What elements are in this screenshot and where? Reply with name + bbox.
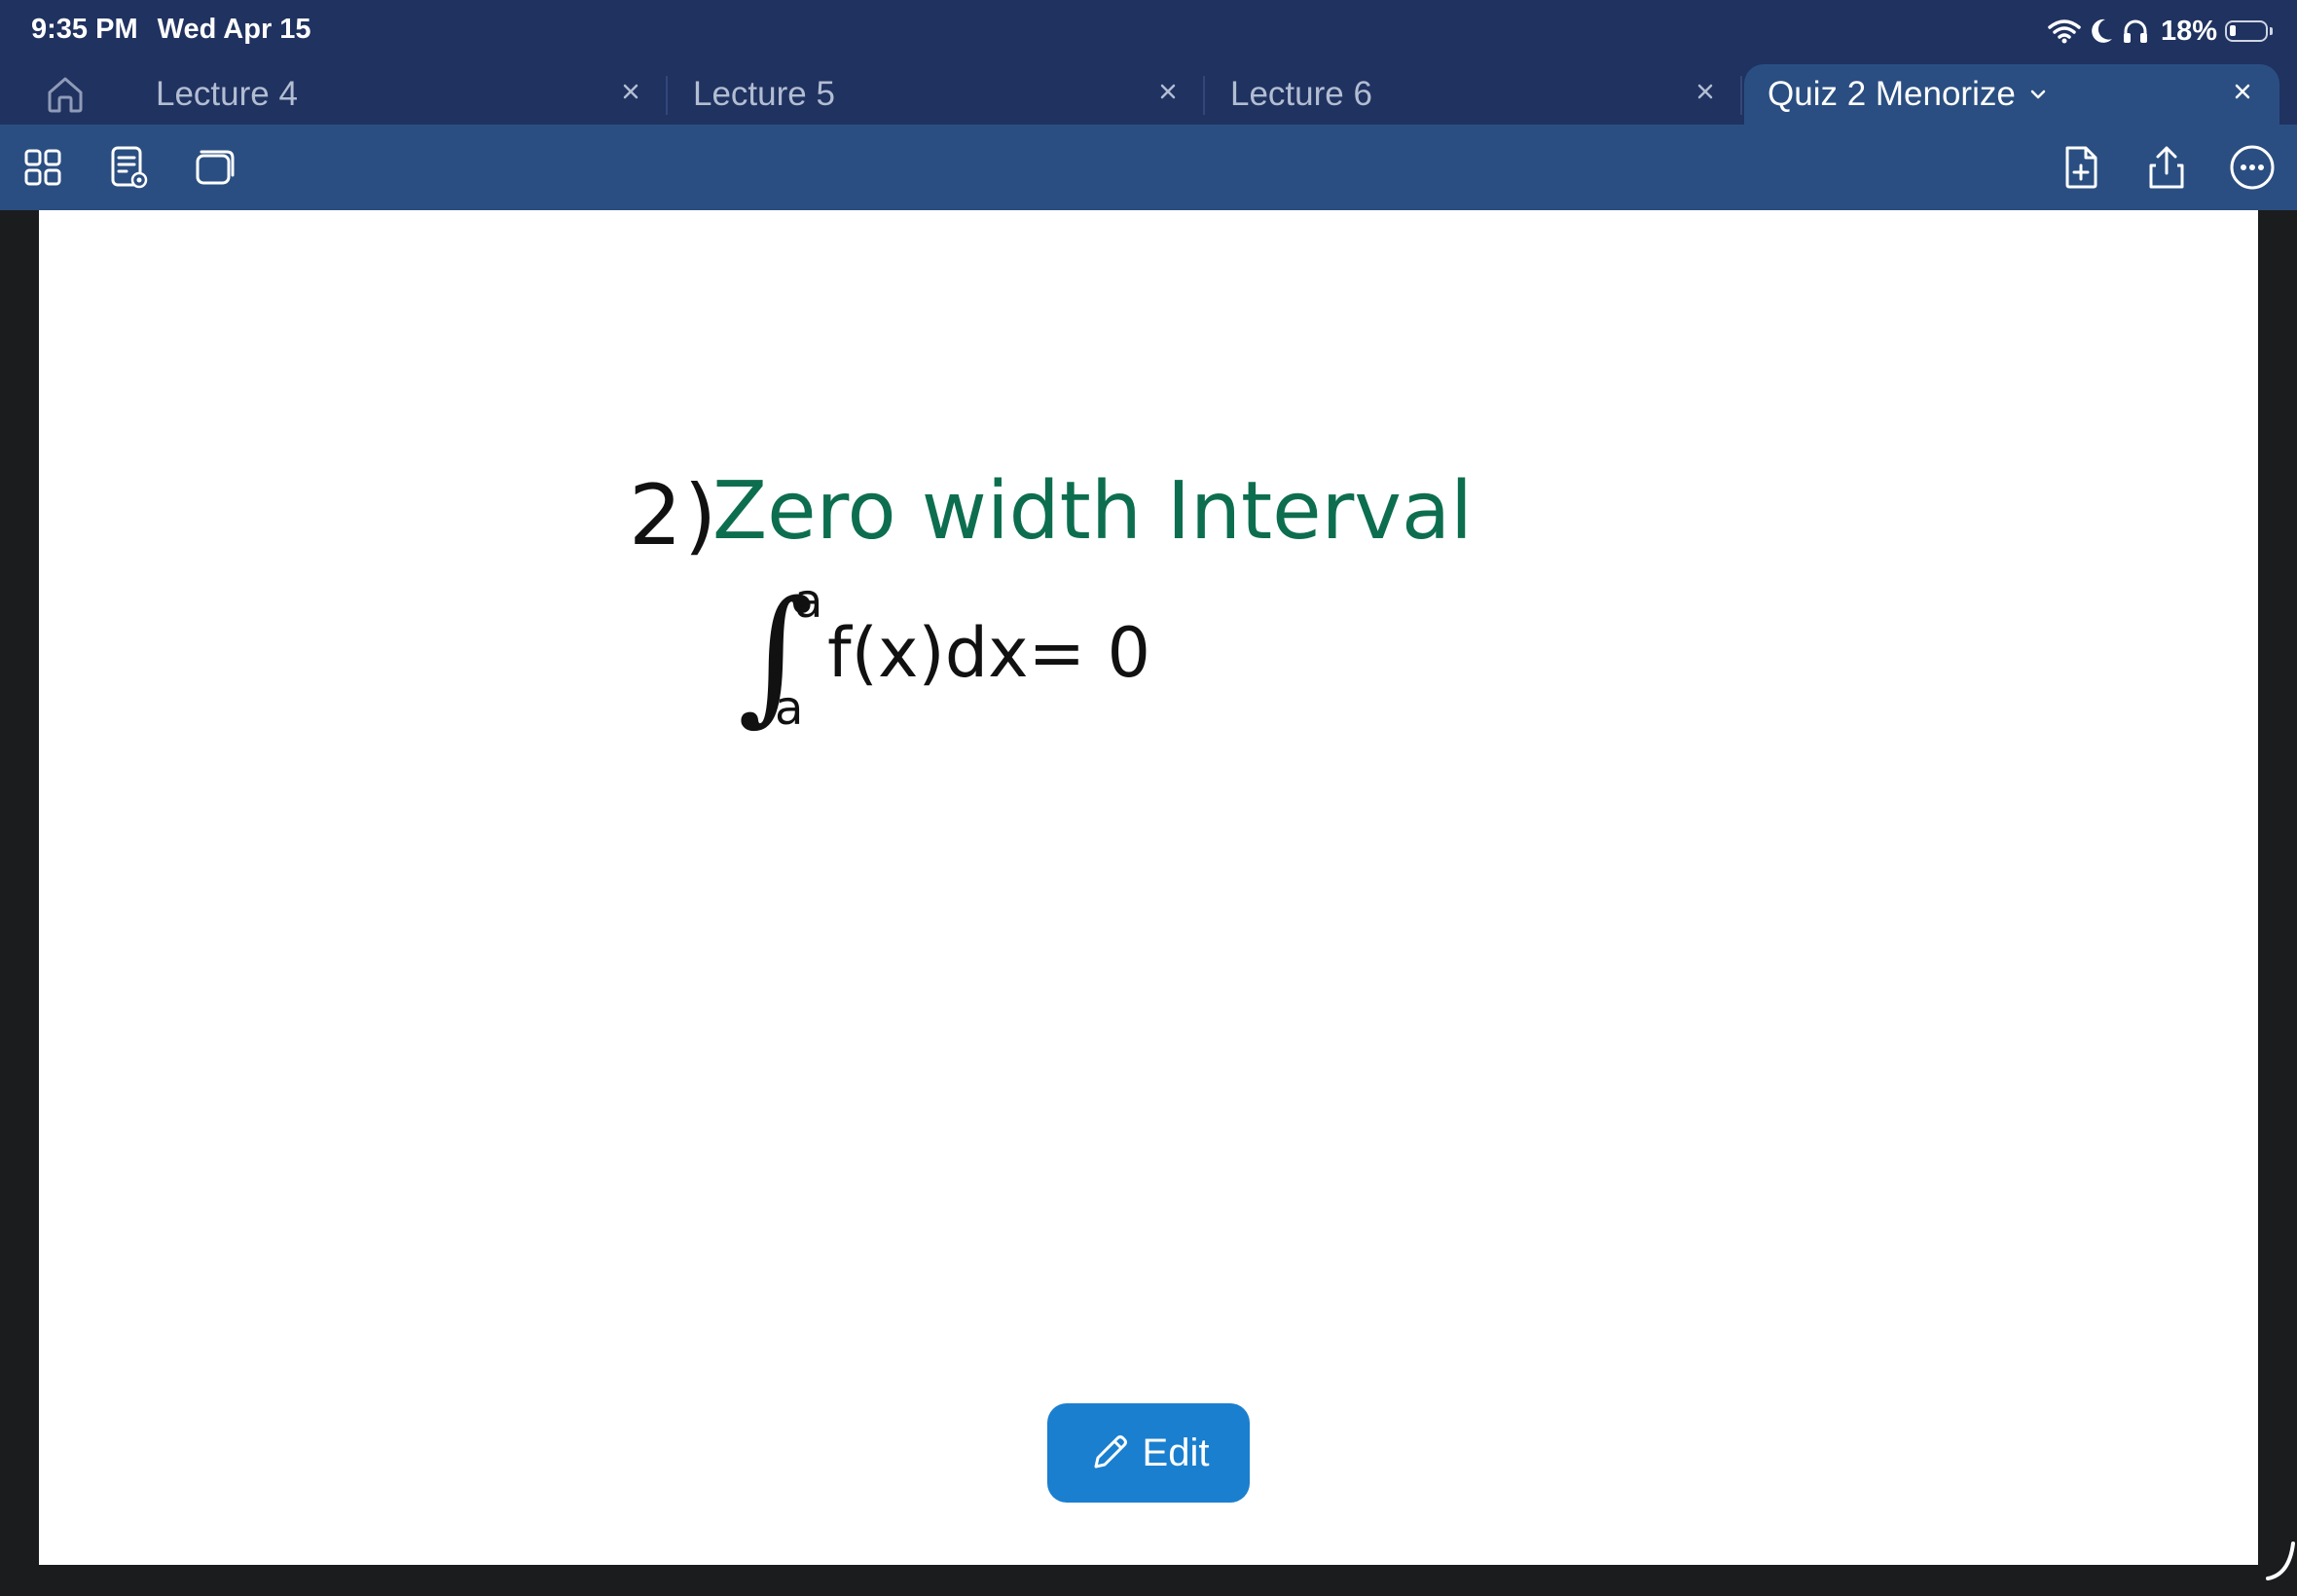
integral-expression: f(x)dx= 0 bbox=[827, 613, 1150, 693]
tab-lecture-4[interactable]: Lecture 4 bbox=[123, 64, 668, 125]
toolbar bbox=[0, 125, 2297, 210]
status-time: 9:35 PM Wed Apr 15 bbox=[31, 14, 331, 46]
close-icon[interactable] bbox=[1692, 78, 1719, 105]
resize-handle-icon[interactable] bbox=[2264, 1538, 2297, 1582]
tab-label: Lecture 4 bbox=[156, 75, 298, 113]
headphones-icon bbox=[2123, 19, 2147, 43]
note-title: Zero width Interval bbox=[712, 465, 1473, 558]
note-page[interactable] bbox=[39, 210, 2258, 1565]
battery-icon bbox=[2225, 20, 2273, 42]
close-icon[interactable] bbox=[2229, 78, 2256, 105]
tab-label: Lecture 5 bbox=[693, 75, 835, 113]
share-icon[interactable] bbox=[2141, 142, 2192, 193]
question-number: 2) bbox=[629, 467, 719, 564]
status-indicators: 18% bbox=[2048, 12, 2273, 51]
tab-label: Quiz 2 Menorize bbox=[1768, 75, 2016, 113]
integral-upper-limit: a bbox=[794, 574, 823, 629]
grid-view-icon[interactable] bbox=[18, 142, 68, 193]
tab-lecture-6[interactable]: Lecture 6 bbox=[1205, 64, 1742, 125]
home-icon[interactable] bbox=[43, 74, 88, 115]
integral-lower-limit: a bbox=[775, 681, 804, 736]
document-view-icon[interactable] bbox=[103, 142, 154, 193]
tab-lecture-5[interactable]: Lecture 5 bbox=[668, 64, 1205, 125]
tab-quiz-2-menorize[interactable]: Quiz 2 Menorize bbox=[1744, 64, 2279, 125]
edit-button[interactable]: Edit bbox=[1047, 1403, 1250, 1503]
clock-date: Wed Apr 15 bbox=[157, 14, 311, 45]
tab-label: Lecture 6 bbox=[1230, 75, 1372, 113]
wifi-icon bbox=[2048, 19, 2081, 44]
more-icon[interactable] bbox=[2227, 142, 2278, 193]
pencil-icon bbox=[1094, 1435, 1127, 1469]
top-bar: 9:35 PM Wed Apr 15 18% Lecture 4 Lecture … bbox=[0, 0, 2297, 125]
clock-time: 9:35 PM bbox=[31, 14, 138, 45]
battery-percent: 18% bbox=[2160, 15, 2217, 47]
close-icon[interactable] bbox=[617, 78, 644, 105]
edit-button-label: Edit bbox=[1142, 1431, 1210, 1474]
pages-icon[interactable] bbox=[187, 142, 237, 193]
close-icon[interactable] bbox=[1154, 78, 1182, 105]
chevron-down-icon[interactable] bbox=[2027, 84, 2049, 105]
add-page-icon[interactable] bbox=[2056, 142, 2106, 193]
moon-icon bbox=[2092, 18, 2112, 43]
